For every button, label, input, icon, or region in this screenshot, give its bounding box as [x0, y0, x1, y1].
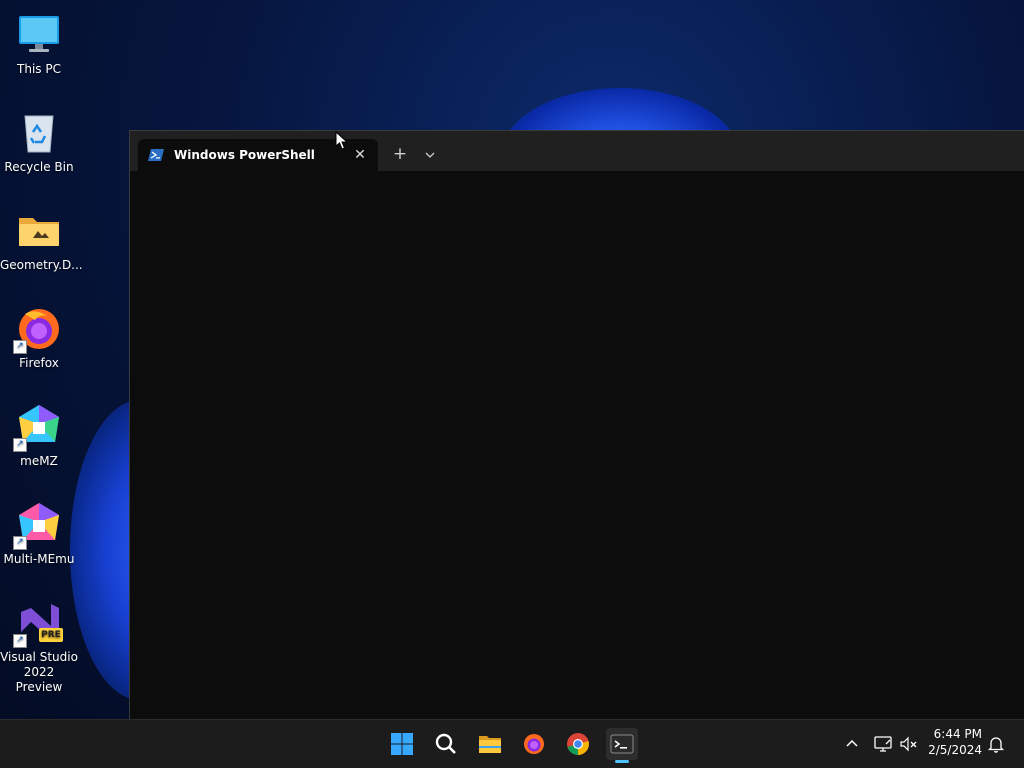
start-button[interactable] — [386, 728, 418, 760]
chrome-icon — [567, 733, 589, 755]
desktop-icon-recycle-bin[interactable]: Recycle Bin — [0, 100, 78, 175]
pre-badge: PRE — [41, 630, 61, 640]
tab-dropdown-button[interactable] — [418, 143, 442, 167]
start-icon — [391, 733, 413, 755]
network-icon — [874, 736, 892, 752]
firefox-icon: ↗ — [13, 304, 63, 354]
visual-studio-icon: PRE ↗ — [13, 598, 63, 648]
desktop-icon-label: Multi-MEmu — [3, 552, 75, 566]
powershell-icon — [148, 149, 164, 161]
folder-icon — [15, 206, 63, 254]
desktop-icon-label: This PC — [17, 62, 61, 76]
desktop-icon-label: Geometry.D... — [0, 258, 83, 272]
clock-time: 6:44 PM — [933, 727, 982, 741]
volume-muted-icon — [900, 736, 917, 752]
shortcut-arrow-icon: ↗ — [13, 634, 27, 648]
close-tab-button[interactable]: ✕ — [348, 147, 372, 163]
bell-icon — [987, 737, 1005, 753]
desktop-icon-this-pc[interactable]: This PC — [0, 2, 78, 77]
recycle-bin-icon — [15, 108, 63, 156]
shortcut-arrow-icon: ↗ — [13, 438, 27, 452]
clock-date: 2/5/2024 — [928, 743, 982, 757]
chrome-taskbar-button[interactable] — [562, 728, 594, 760]
clock[interactable]: 6:44 PM 2/5/2024 — [928, 726, 982, 758]
desktop-icon-label: 2022 Preview — [15, 665, 63, 694]
desktop-icon-visual-studio[interactable]: PRE ↗ Visual Studio 2022 Preview — [0, 590, 78, 695]
desktop-icon-firefox[interactable]: ↗ Firefox — [0, 296, 78, 371]
firefox-taskbar-button[interactable] — [518, 728, 550, 760]
network-button[interactable] — [873, 734, 893, 754]
desktop-icon-label: meMZ — [20, 454, 58, 468]
desktop-icon-multi-memu[interactable]: ↗ Multi-MEmu — [0, 492, 78, 567]
tab-title: Windows PowerShell — [174, 148, 315, 162]
memz-icon: ↗ — [13, 402, 63, 452]
taskbar: 6:44 PM 2/5/2024 — [0, 719, 1024, 768]
shortcut-arrow-icon: ↗ — [13, 340, 27, 354]
volume-button[interactable] — [899, 734, 919, 754]
terminal-content[interactable] — [130, 171, 1024, 721]
file-explorer-icon — [479, 736, 501, 753]
desktop-icon-label: Visual Studio — [0, 650, 78, 664]
desktop-icon-label: Recycle Bin — [4, 160, 74, 174]
notifications-button[interactable] — [986, 734, 1006, 754]
multi-memu-icon: ↗ — [13, 500, 63, 550]
monitor-icon — [15, 10, 63, 58]
firefox-icon — [524, 734, 544, 754]
terminal-window[interactable]: Windows PowerShell ✕ + — [129, 130, 1024, 721]
terminal-taskbar-button[interactable] — [606, 728, 638, 763]
terminal-icon — [610, 734, 634, 754]
search-button[interactable] — [430, 728, 462, 760]
desktop-icon-geometry[interactable]: Geometry.D... — [0, 198, 83, 273]
terminal-titlebar[interactable]: Windows PowerShell ✕ + — [130, 131, 1024, 171]
chevron-down-icon — [425, 152, 435, 158]
active-app-indicator — [615, 760, 629, 763]
shortcut-arrow-icon: ↗ — [13, 536, 27, 550]
chevron-up-icon — [846, 739, 858, 747]
search-icon — [435, 733, 456, 754]
desktop-icon-memz[interactable]: ↗ meMZ — [0, 394, 78, 469]
new-tab-button[interactable]: + — [388, 143, 412, 167]
desktop-icon-label: Firefox — [19, 356, 59, 370]
show-hidden-icons-button[interactable] — [842, 734, 862, 754]
file-explorer-button[interactable] — [474, 728, 506, 760]
mouse-cursor-icon — [335, 131, 349, 150]
